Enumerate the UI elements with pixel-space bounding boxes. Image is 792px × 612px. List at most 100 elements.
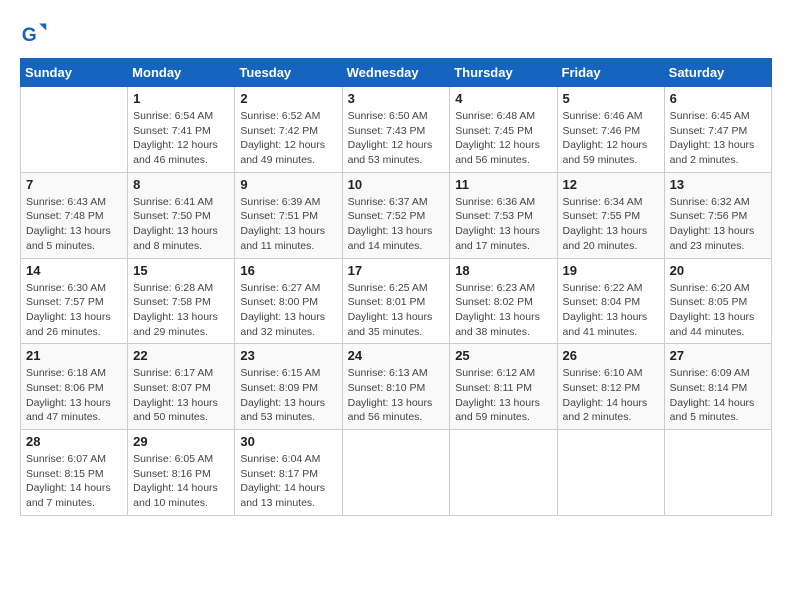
weekday-header: Wednesday (342, 59, 450, 87)
svg-text:G: G (22, 25, 37, 46)
day-number: 2 (240, 91, 336, 106)
day-number: 9 (240, 177, 336, 192)
calendar-cell: 14 Sunrise: 6:30 AM Sunset: 7:57 PM Dayli… (21, 258, 128, 344)
day-detail: Sunrise: 6:18 AM Sunset: 8:06 PM Dayligh… (26, 366, 122, 425)
day-number: 23 (240, 348, 336, 363)
calendar-cell: 7Sunrise: 6:43 AM Sunset: 7:48 PM Daylig… (21, 172, 128, 258)
calendar-week-row: 21 Sunrise: 6:18 AM Sunset: 8:06 PM Dayli… (21, 344, 772, 430)
page-header: G (20, 20, 772, 48)
day-detail: Sunrise: 6:39 AM Sunset: 7:51 PM Dayligh… (240, 195, 336, 254)
day-detail: Sunrise: 6:34 AM Sunset: 7:55 PM Dayligh… (563, 195, 659, 254)
calendar-cell: 29Sunrise: 6:05 AM Sunset: 8:16 PM Dayli… (128, 430, 235, 516)
day-number: 14 (26, 263, 122, 278)
day-number: 19 (563, 263, 659, 278)
calendar-cell: 17 Sunrise: 6:25 AM Sunset: 8:01 PM Dayli… (342, 258, 450, 344)
day-number: 27 (670, 348, 766, 363)
day-number: 24 (348, 348, 445, 363)
day-detail: Sunrise: 6:04 AM Sunset: 8:17 PM Dayligh… (240, 452, 336, 511)
day-detail: Sunrise: 6:36 AM Sunset: 7:53 PM Dayligh… (455, 195, 551, 254)
day-detail: Sunrise: 6:48 AM Sunset: 7:45 PM Dayligh… (455, 109, 551, 168)
day-number: 11 (455, 177, 551, 192)
day-number: 4 (455, 91, 551, 106)
logo: G (20, 20, 52, 48)
calendar-cell: 26 Sunrise: 6:10 AM Sunset: 8:12 PM Dayli… (557, 344, 664, 430)
calendar-table: SundayMondayTuesdayWednesdayThursdayFrid… (20, 58, 772, 516)
day-detail: Sunrise: 6:28 AM Sunset: 7:58 PM Dayligh… (133, 281, 229, 340)
calendar-cell: 30 Sunrise: 6:04 AM Sunset: 8:17 PM Dayli… (235, 430, 342, 516)
day-detail: Sunrise: 6:50 AM Sunset: 7:43 PM Dayligh… (348, 109, 445, 168)
calendar-cell: 28 Sunrise: 6:07 AM Sunset: 8:15 PM Dayli… (21, 430, 128, 516)
day-number: 5 (563, 91, 659, 106)
day-detail: Sunrise: 6:12 AM Sunset: 8:11 PM Dayligh… (455, 366, 551, 425)
day-detail: Sunrise: 6:30 AM Sunset: 7:57 PM Dayligh… (26, 281, 122, 340)
calendar-cell: 9 Sunrise: 6:39 AM Sunset: 7:51 PM Daylig… (235, 172, 342, 258)
day-detail: Sunrise: 6:07 AM Sunset: 8:15 PM Dayligh… (26, 452, 122, 511)
calendar-cell: 1 Sunrise: 6:54 AM Sunset: 7:41 PM Daylig… (128, 87, 235, 173)
day-number: 21 (26, 348, 122, 363)
day-number: 8 (133, 177, 229, 192)
day-number: 18 (455, 263, 551, 278)
calendar-week-row: 28 Sunrise: 6:07 AM Sunset: 8:15 PM Dayli… (21, 430, 772, 516)
day-detail: Sunrise: 6:52 AM Sunset: 7:42 PM Dayligh… (240, 109, 336, 168)
calendar-cell (450, 430, 557, 516)
day-detail: Sunrise: 6:09 AM Sunset: 8:14 PM Dayligh… (670, 366, 766, 425)
calendar-cell: 6 Sunrise: 6:45 AM Sunset: 7:47 PM Daylig… (664, 87, 771, 173)
weekday-header: Thursday (450, 59, 557, 87)
calendar-cell: 22 Sunrise: 6:17 AM Sunset: 8:07 PM Dayli… (128, 344, 235, 430)
day-number: 13 (670, 177, 766, 192)
calendar-cell: 8 Sunrise: 6:41 AM Sunset: 7:50 PM Daylig… (128, 172, 235, 258)
calendar-cell: 23Sunrise: 6:15 AM Sunset: 8:09 PM Dayli… (235, 344, 342, 430)
calendar-cell: 15 Sunrise: 6:28 AM Sunset: 7:58 PM Dayli… (128, 258, 235, 344)
weekday-header: Monday (128, 59, 235, 87)
day-detail: Sunrise: 6:37 AM Sunset: 7:52 PM Dayligh… (348, 195, 445, 254)
day-detail: Sunrise: 6:25 AM Sunset: 8:01 PM Dayligh… (348, 281, 445, 340)
day-number: 15 (133, 263, 229, 278)
calendar-cell: 12 Sunrise: 6:34 AM Sunset: 7:55 PM Dayli… (557, 172, 664, 258)
weekday-header: Sunday (21, 59, 128, 87)
calendar-cell: 4 Sunrise: 6:48 AM Sunset: 7:45 PM Daylig… (450, 87, 557, 173)
day-number: 12 (563, 177, 659, 192)
calendar-cell: 20 Sunrise: 6:20 AM Sunset: 8:05 PM Dayli… (664, 258, 771, 344)
calendar-cell: 5Sunrise: 6:46 AM Sunset: 7:46 PM Daylig… (557, 87, 664, 173)
calendar-cell: 27 Sunrise: 6:09 AM Sunset: 8:14 PM Dayli… (664, 344, 771, 430)
day-detail: Sunrise: 6:13 AM Sunset: 8:10 PM Dayligh… (348, 366, 445, 425)
weekday-header: Tuesday (235, 59, 342, 87)
calendar-week-row: 1 Sunrise: 6:54 AM Sunset: 7:41 PM Daylig… (21, 87, 772, 173)
day-detail: Sunrise: 6:17 AM Sunset: 8:07 PM Dayligh… (133, 366, 229, 425)
calendar-cell: 25 Sunrise: 6:12 AM Sunset: 8:11 PM Dayli… (450, 344, 557, 430)
logo-icon: G (20, 20, 48, 48)
calendar-cell: 11 Sunrise: 6:36 AM Sunset: 7:53 PM Dayli… (450, 172, 557, 258)
calendar-cell (342, 430, 450, 516)
day-number: 1 (133, 91, 229, 106)
day-detail: Sunrise: 6:41 AM Sunset: 7:50 PM Dayligh… (133, 195, 229, 254)
day-number: 16 (240, 263, 336, 278)
day-detail: Sunrise: 6:32 AM Sunset: 7:56 PM Dayligh… (670, 195, 766, 254)
day-number: 28 (26, 434, 122, 449)
day-detail: Sunrise: 6:43 AM Sunset: 7:48 PM Dayligh… (26, 195, 122, 254)
weekday-header: Saturday (664, 59, 771, 87)
day-number: 10 (348, 177, 445, 192)
day-detail: Sunrise: 6:20 AM Sunset: 8:05 PM Dayligh… (670, 281, 766, 340)
day-number: 3 (348, 91, 445, 106)
day-number: 17 (348, 263, 445, 278)
calendar-cell: 10 Sunrise: 6:37 AM Sunset: 7:52 PM Dayli… (342, 172, 450, 258)
day-detail: Sunrise: 6:45 AM Sunset: 7:47 PM Dayligh… (670, 109, 766, 168)
day-number: 29 (133, 434, 229, 449)
calendar-cell (21, 87, 128, 173)
weekday-header-row: SundayMondayTuesdayWednesdayThursdayFrid… (21, 59, 772, 87)
calendar-week-row: 14 Sunrise: 6:30 AM Sunset: 7:57 PM Dayli… (21, 258, 772, 344)
calendar-cell: 21 Sunrise: 6:18 AM Sunset: 8:06 PM Dayli… (21, 344, 128, 430)
day-number: 22 (133, 348, 229, 363)
day-number: 30 (240, 434, 336, 449)
day-detail: Sunrise: 6:10 AM Sunset: 8:12 PM Dayligh… (563, 366, 659, 425)
day-number: 6 (670, 91, 766, 106)
calendar-cell: 3 Sunrise: 6:50 AM Sunset: 7:43 PM Daylig… (342, 87, 450, 173)
day-number: 26 (563, 348, 659, 363)
calendar-cell: 18 Sunrise: 6:23 AM Sunset: 8:02 PM Dayli… (450, 258, 557, 344)
calendar-cell (557, 430, 664, 516)
day-number: 25 (455, 348, 551, 363)
day-number: 20 (670, 263, 766, 278)
calendar-cell: 19Sunrise: 6:22 AM Sunset: 8:04 PM Dayli… (557, 258, 664, 344)
day-detail: Sunrise: 6:23 AM Sunset: 8:02 PM Dayligh… (455, 281, 551, 340)
day-detail: Sunrise: 6:54 AM Sunset: 7:41 PM Dayligh… (133, 109, 229, 168)
